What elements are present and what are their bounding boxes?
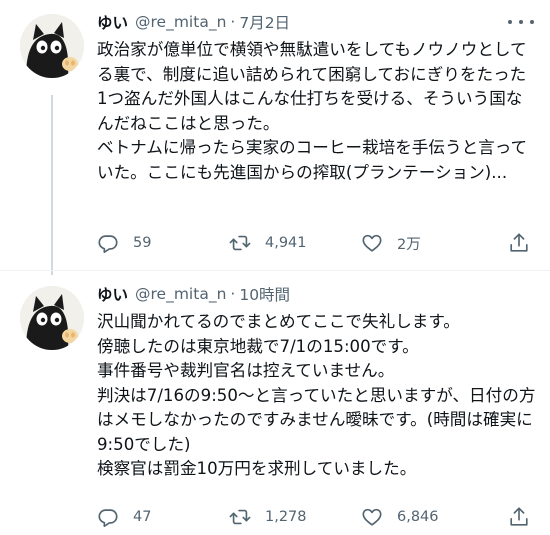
like-count: 6,846 — [397, 509, 439, 525]
retweet-icon — [229, 509, 251, 525]
share-icon — [510, 233, 528, 252]
timestamp[interactable]: 7月2日 — [239, 11, 290, 33]
reply-icon — [98, 235, 118, 253]
reply-icon — [98, 509, 118, 527]
like-count: 2万 — [397, 236, 421, 253]
display-name[interactable]: ゆい — [97, 11, 128, 33]
retweet-icon — [229, 235, 251, 251]
heart-icon — [362, 234, 382, 252]
reply-count: 59 — [133, 235, 152, 251]
retweet-count: 1,278 — [265, 509, 307, 525]
retweet-button[interactable]: 1,278 — [229, 506, 361, 528]
tweet-text: 沢山聞かれてるのでまとめてここで失礼します。 傍聴したのは東京地裁で7/1の15… — [97, 312, 536, 478]
like-button[interactable]: 6,846 — [361, 506, 493, 528]
reply-count: 47 — [133, 509, 152, 525]
like-button[interactable]: 2万 — [361, 232, 493, 254]
tweet-divider — [0, 270, 550, 271]
separator-dot: · — [230, 285, 236, 303]
avatar[interactable] — [20, 14, 84, 78]
reply-button[interactable]: 59 — [97, 232, 229, 254]
timestamp[interactable]: 10時間 — [239, 283, 290, 305]
separator-dot: · — [230, 13, 236, 31]
avatar[interactable] — [20, 286, 84, 350]
tweet-actions: 59 4,941 2万 — [97, 230, 530, 256]
reply-button[interactable]: 47 — [97, 506, 229, 528]
user-handle[interactable]: @re_mita_n — [135, 285, 226, 303]
retweet-button[interactable]: 4,941 — [229, 232, 361, 254]
tweet[interactable]: ゆい @re_mita_n · 7月2日 政治家が億単位で横領や無駄遣いをしても… — [0, 0, 550, 270]
tweet[interactable]: ゆい @re_mita_n · 10時間 沢山聞かれてるのでまとめてここで失礼し… — [0, 272, 550, 535]
share-button[interactable] — [508, 506, 530, 528]
share-icon — [510, 507, 528, 526]
tweet-header: ゆい @re_mita_n · 10時間 — [97, 282, 290, 306]
more-icon[interactable] — [508, 12, 534, 32]
retweet-count: 4,941 — [265, 235, 307, 251]
heart-icon — [362, 508, 382, 526]
share-button[interactable] — [508, 232, 530, 254]
tweet-text: 政治家が億単位で横領や無駄遣いをしてもノウノウとしてる裏で、制度に追い詰められて… — [97, 40, 528, 182]
user-handle[interactable]: @re_mita_n — [135, 13, 226, 31]
tweet-header: ゆい @re_mita_n · 7月2日 — [97, 10, 290, 34]
tweet-actions: 47 1,278 6,846 — [97, 504, 530, 530]
display-name[interactable]: ゆい — [97, 283, 128, 305]
